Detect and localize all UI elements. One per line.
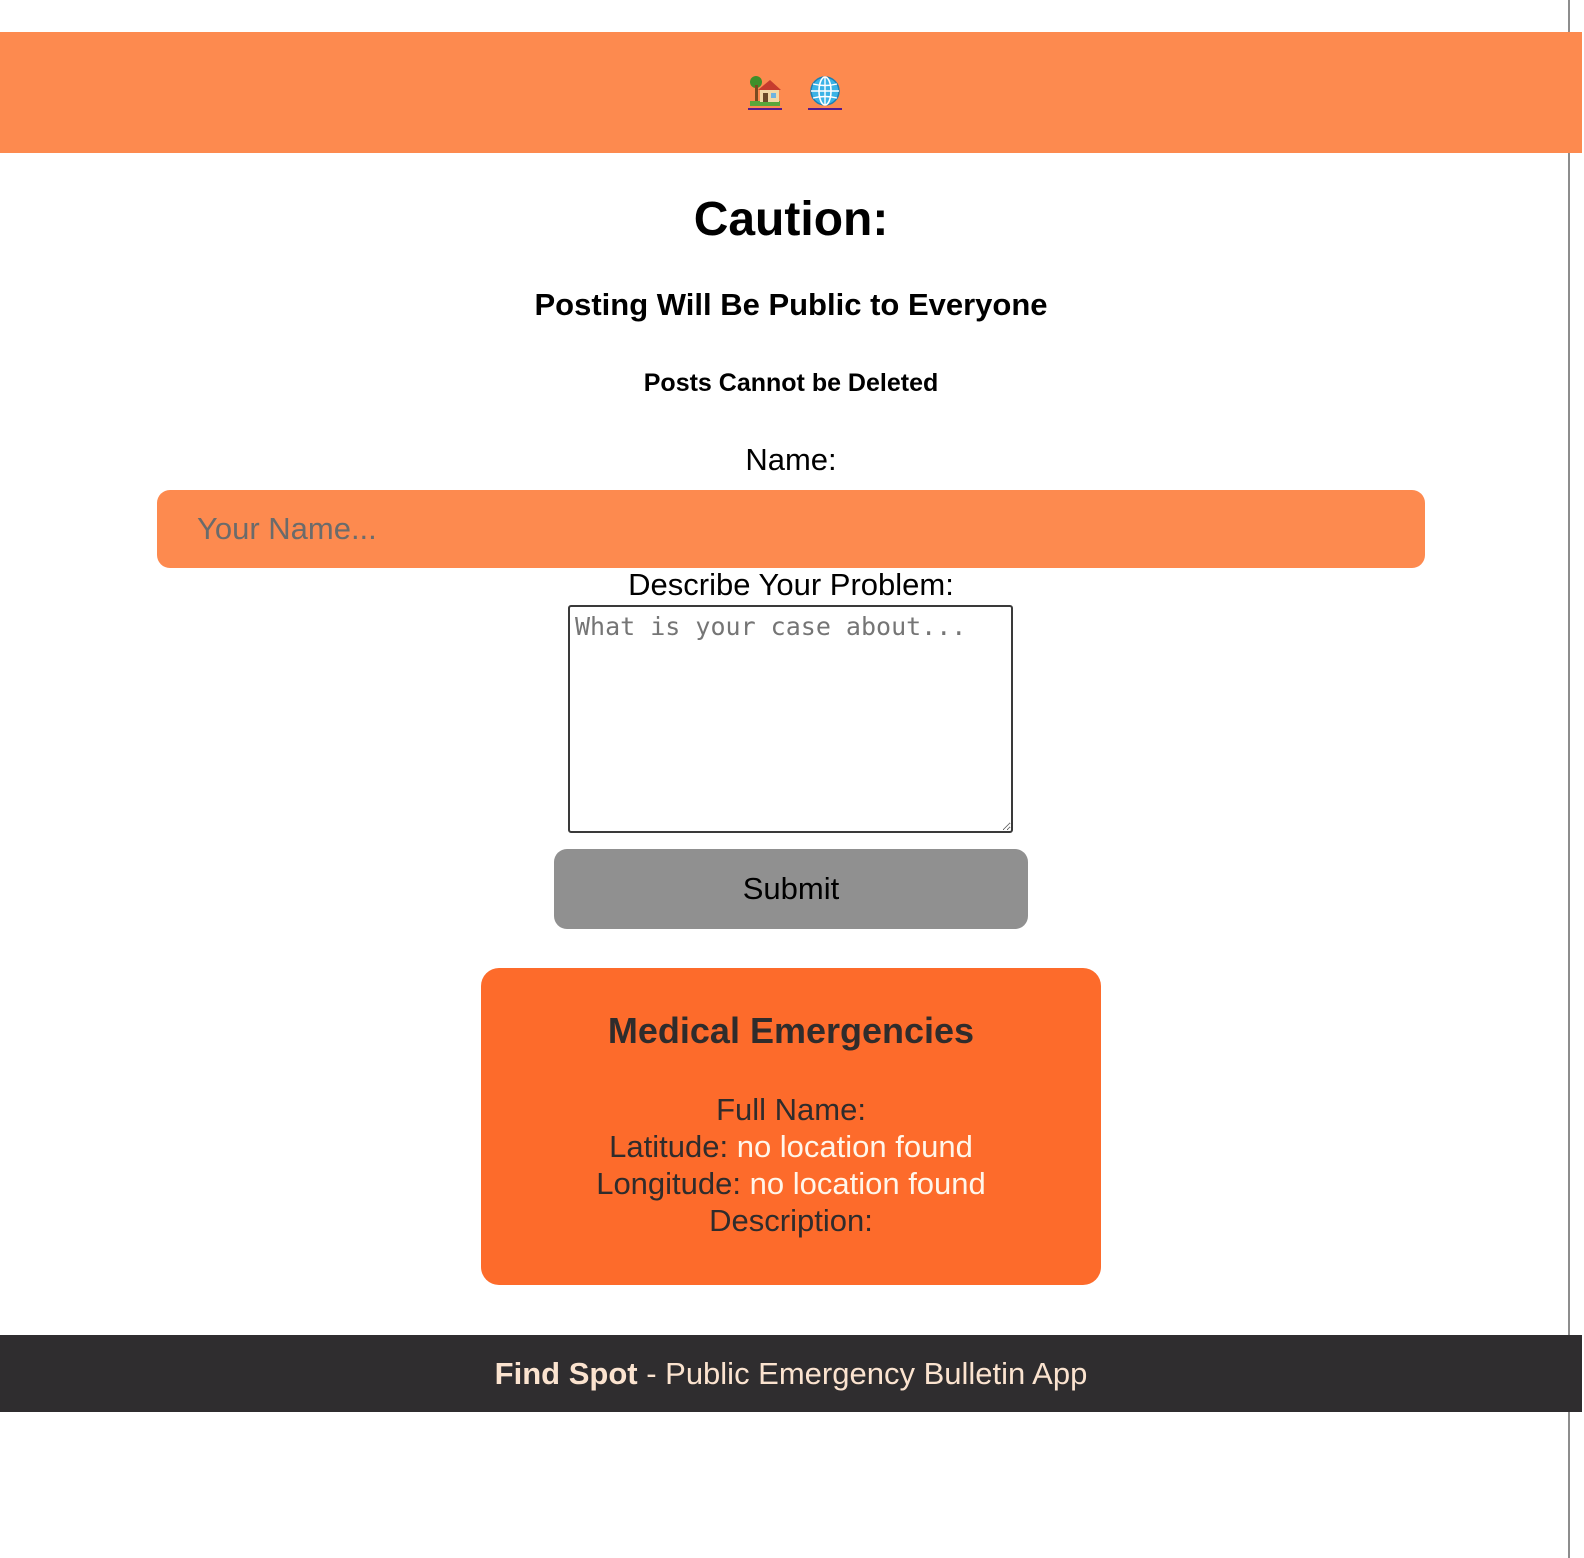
footer-separator: -	[637, 1355, 666, 1391]
globe-nav-link[interactable]	[808, 75, 842, 110]
latitude-label: Latitude:	[609, 1129, 729, 1164]
public-warning-heading: Posting Will Be Public to Everyone	[534, 287, 1048, 322]
longitude-value: no location found	[749, 1166, 986, 1201]
top-navbar	[0, 32, 1582, 153]
latitude-value: no location found	[736, 1129, 973, 1164]
globe-icon	[810, 76, 840, 106]
home-nav-link[interactable]	[748, 75, 782, 110]
page: Caution: Posting Will Be Public to Every…	[0, 0, 1584, 1558]
description-row: Description:	[481, 1202, 1101, 1239]
footer-tagline: Public Emergency Bulletin App	[665, 1355, 1088, 1391]
caution-heading: Caution:	[693, 193, 889, 246]
full-name-row: Full Name:	[481, 1091, 1101, 1128]
name-label: Name:	[745, 442, 837, 477]
longitude-label: Longitude:	[596, 1166, 742, 1201]
describe-problem-label: Describe Your Problem:	[628, 567, 954, 602]
footer: Find Spot - Public Emergency Bulletin Ap…	[0, 1335, 1582, 1412]
submit-button[interactable]: Submit	[554, 849, 1028, 929]
footer-brand: Find Spot	[494, 1355, 638, 1391]
no-delete-notice: Posts Cannot be Deleted	[643, 369, 939, 397]
globe-link-underline	[808, 108, 842, 110]
longitude-row: Longitude: no location found	[481, 1165, 1101, 1202]
problem-description-textarea[interactable]	[568, 605, 1013, 833]
card-title: Medical Emergencies	[607, 1010, 975, 1051]
home-link-underline	[748, 108, 782, 110]
full-name-label: Full Name:	[716, 1092, 866, 1127]
house-with-garden-icon	[750, 76, 781, 106]
medical-emergency-card: Medical Emergencies Full Name: Latitude:…	[481, 968, 1101, 1285]
latitude-row: Latitude: no location found	[481, 1128, 1101, 1165]
name-input[interactable]	[157, 490, 1425, 568]
description-label: Description:	[709, 1203, 873, 1238]
card-details: Full Name: Latitude: no location found L…	[481, 1091, 1101, 1239]
